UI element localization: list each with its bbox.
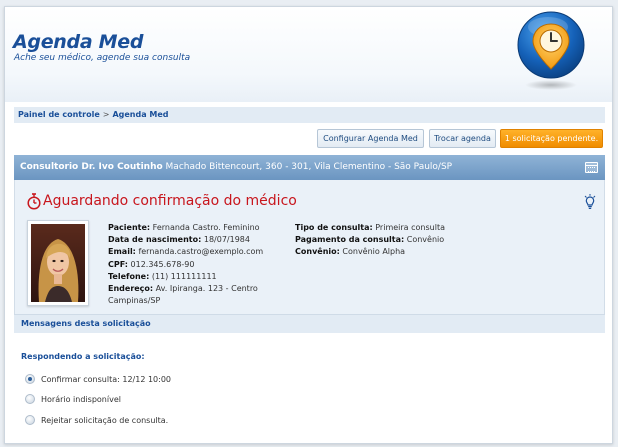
patient-name: Fernanda Castro. Feminino	[152, 223, 260, 232]
radio-confirm[interactable]	[25, 374, 35, 384]
breadcrumb-item-control-panel[interactable]: Painel de controle	[18, 110, 100, 119]
option-unavailable-label: Horário indisponível	[41, 394, 121, 404]
insurance-name: Convênio Alpha	[342, 247, 406, 257]
address-label: Endereço:	[108, 284, 154, 294]
patient-cpf: 012.345.678-90	[130, 259, 195, 269]
header: Agenda Med Ache seu médico, agende sua c…	[5, 7, 612, 102]
cpf-label: CPF:	[108, 259, 128, 269]
option-reject[interactable]: Rejeitar solicitação de consulta.	[25, 414, 168, 426]
timer-icon	[27, 193, 41, 210]
request-panel: Aguardando confirmação do médico Pacient…	[14, 180, 605, 314]
status-title: Aguardando confirmação do médico	[43, 193, 297, 209]
clinic-name: Consultorio Dr. Ivo Coutinho	[20, 162, 163, 172]
payment-method: Convênio	[406, 235, 445, 245]
radio-unavailable[interactable]	[25, 394, 35, 404]
configure-agenda-button[interactable]: Configurar Agenda Med	[317, 129, 424, 148]
option-confirm[interactable]: Confirmar consulta: 12/12 10:00	[25, 373, 171, 385]
responding-label: Respondendo a solicitação:	[21, 352, 145, 361]
patient-photo	[27, 220, 89, 306]
pending-requests-button[interactable]: 1 solicitação pendente.	[500, 129, 603, 148]
option-unavailable[interactable]: Horário indisponível	[25, 393, 121, 405]
messages-section-header: Mensagens desta solicitação	[14, 314, 605, 333]
switch-agenda-button[interactable]: Trocar agenda	[429, 129, 496, 148]
email-label: Email:	[108, 247, 136, 257]
patient-details: Paciente: Fernanda Castro. Feminino Data…	[108, 222, 278, 307]
clock-pin-icon	[517, 11, 585, 90]
insurance-label: Convênio:	[295, 247, 340, 257]
breadcrumb-separator: >	[102, 110, 110, 119]
consultation-type: Primeira consulta	[375, 223, 445, 232]
consultation-details: Tipo de consulta: Primeira consulta Paga…	[295, 222, 445, 259]
consultation-type-label: Tipo de consulta:	[295, 223, 373, 232]
option-reject-label: Rejeitar solicitação de consulta.	[41, 415, 169, 425]
patient-name-label: Paciente:	[108, 223, 151, 232]
payment-label: Pagamento da consulta:	[295, 235, 405, 245]
clinic-bar: Consultorio Dr. Ivo Coutinho Machado Bit…	[14, 155, 605, 180]
patient-email: fernanda.castro@exemplo.com	[138, 247, 264, 257]
clinic-address: Machado Bittencourt, 360 - 301, Vila Cle…	[165, 162, 453, 172]
option-confirm-label: Confirmar consulta: 12/12 10:00	[41, 374, 172, 384]
birth-date-label: Data de nascimento:	[108, 235, 202, 245]
radio-reject[interactable]	[25, 415, 35, 425]
calendar-icon[interactable]	[585, 162, 598, 173]
breadcrumb: Painel de controle > Agenda Med	[14, 107, 605, 123]
phone-label: Telefone:	[108, 271, 150, 281]
breadcrumb-item-agenda-med[interactable]: Agenda Med	[112, 110, 168, 119]
app-title: Agenda Med	[13, 31, 144, 53]
app-subtitle: Ache seu médico, agende sua consulta	[14, 53, 191, 63]
main-window: Agenda Med Ache seu médico, agende sua c…	[4, 6, 613, 444]
birth-date: 18/07/1984	[203, 235, 250, 245]
patient-phone: (11) 111111111	[151, 271, 217, 281]
lightbulb-icon[interactable]	[584, 194, 596, 210]
